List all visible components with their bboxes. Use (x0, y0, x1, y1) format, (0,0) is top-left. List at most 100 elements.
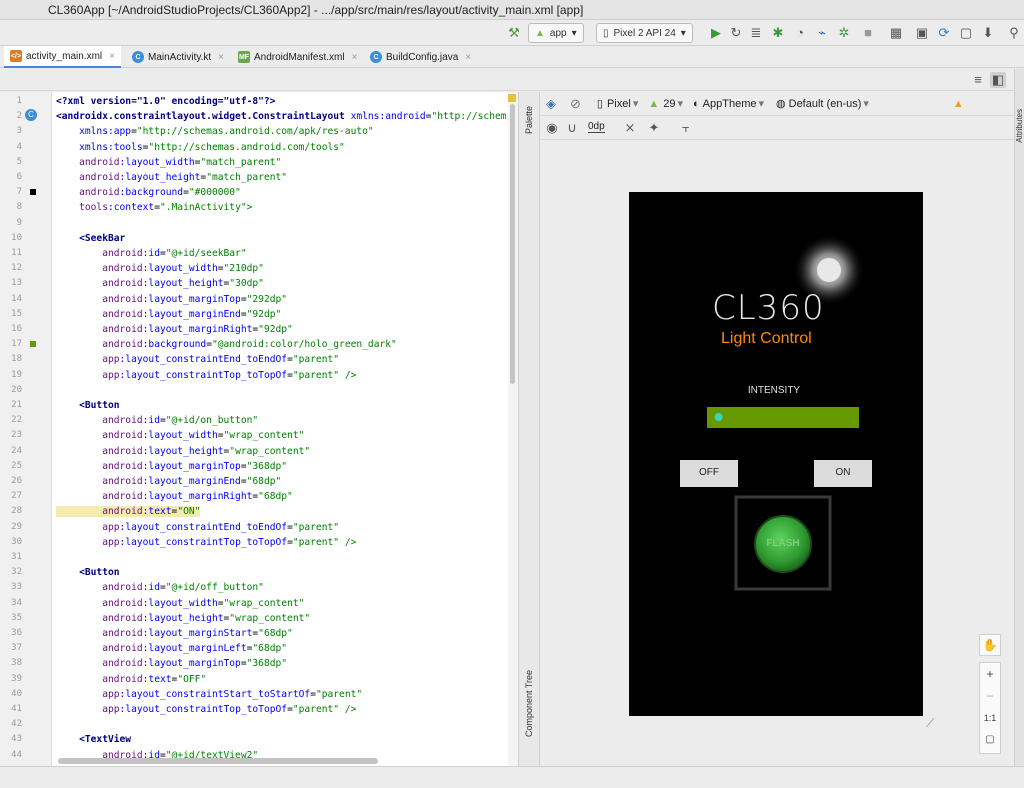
intensity-seekbar-thumb[interactable] (714, 413, 723, 421)
code-line[interactable]: android:text="ON" (56, 504, 201, 519)
code-line[interactable]: android:layout_height="match_parent" (56, 170, 287, 185)
run-config-selector[interactable]: ▲ app ▾ (528, 23, 584, 43)
project-structure-icon[interactable]: ▦ (888, 25, 904, 41)
code-line[interactable]: <TextView (56, 732, 131, 747)
code-line[interactable]: android:id="@+id/on_button" (56, 413, 258, 428)
tab-android-manifest[interactable]: MF AndroidManifest.xml × (232, 46, 363, 68)
code-line[interactable]: android:background="#000000" (56, 185, 241, 200)
editor-horizontal-scrollbar[interactable] (58, 758, 378, 764)
code-line[interactable]: <androidx.constraintlayout.widget.Constr… (56, 109, 507, 124)
stop-icon[interactable]: ■ (860, 25, 876, 41)
code-editor[interactable]: 1 2 3 4 5 6 7 8 9 10 11 12 13 14 15 16 17 18 19 20 21 22 23 24 2… (0, 92, 518, 766)
avd-manager-icon[interactable]: ▣ (914, 25, 930, 41)
code-token: "wrap_content" (223, 430, 305, 442)
tab-main-activity[interactable]: C MainActivity.kt × (126, 46, 230, 68)
debug-icon[interactable]: ✱ (770, 25, 786, 41)
code-line[interactable]: app:layout_constraintStart_toStartOf="pa… (56, 687, 362, 702)
zoom-actual-size-button[interactable]: 1:1 (980, 707, 1000, 729)
code-line[interactable]: android:layout_width="wrap_content" (56, 596, 304, 611)
profile-icon[interactable]: ◔ (792, 25, 808, 41)
infer-constraints-icon[interactable]: ✦ (646, 120, 662, 136)
coverage-icon[interactable]: ✲ (836, 25, 852, 41)
code-line[interactable]: xmlns:tools="http://schemas.android.com/… (56, 140, 345, 155)
code-line[interactable]: android:layout_marginStart="68dp" (56, 626, 293, 641)
resize-handle-icon[interactable]: ⟋ (926, 716, 934, 731)
tab-build-config[interactable]: C BuildConfig.java × (364, 46, 477, 68)
code-line[interactable]: <Button (56, 565, 119, 580)
clear-constraints-icon[interactable]: ⨯ (622, 120, 638, 136)
class-marker-icon[interactable]: C (25, 109, 37, 121)
split-view-icon[interactable]: ◧ (990, 72, 1006, 88)
code-line[interactable]: android:layout_height="30dp" (56, 276, 264, 291)
code-line[interactable]: app:layout_constraintEnd_toEndOf="parent… (56, 352, 339, 367)
intensity-seekbar-track[interactable] (707, 407, 859, 428)
code-line[interactable]: <SeekBar (56, 231, 125, 246)
tab-activity-main[interactable]: </> activity_main.xml × (4, 46, 121, 68)
code-line[interactable]: android:text="OFF" (56, 672, 206, 687)
editor-scroll-thumb[interactable] (510, 104, 515, 384)
code-line[interactable]: android:id="@+id/seekBar" (56, 246, 246, 261)
run-icon[interactable]: ▶ (708, 25, 724, 41)
code-line[interactable]: android:layout_width="match_parent" (56, 155, 281, 170)
code-line[interactable]: app:layout_constraintTop_toTopOf="parent… (56, 368, 356, 383)
close-icon[interactable]: × (109, 51, 115, 62)
code-line[interactable]: android:layout_marginLeft="68dp" (56, 641, 287, 656)
zoom-fit-icon[interactable]: ▢ (980, 729, 1000, 751)
code-line[interactable]: xmlns:app="http://schemas.android.com/ap… (56, 124, 374, 139)
orientation-icon[interactable]: ⊘ (570, 96, 581, 112)
code-line[interactable]: android:layout_width="210dp" (56, 261, 264, 276)
pan-hand-button[interactable]: ✋ (979, 634, 1001, 656)
device-dropdown[interactable]: Pixel (607, 98, 631, 110)
apply-changes-icon[interactable]: ↻ (728, 25, 744, 41)
code-line[interactable]: android:layout_marginEnd="92dp" (56, 307, 281, 322)
layers-icon[interactable]: ◈ (546, 96, 556, 112)
zoom-out-button[interactable]: − (980, 685, 1000, 707)
attach-debugger-icon[interactable]: ⌁ (814, 25, 830, 41)
attributes-tab[interactable]: Attributes (1015, 109, 1024, 143)
close-icon[interactable]: × (352, 52, 358, 63)
code-line[interactable]: android:layout_marginRight="68dp" (56, 489, 293, 504)
code-line[interactable]: android:layout_width="wrap_content" (56, 428, 304, 443)
guidelines-icon[interactable]: ⫟ (678, 120, 694, 136)
component-tree-tab[interactable]: Component Tree (524, 670, 534, 737)
magnet-icon[interactable]: ∪ (564, 120, 580, 136)
code-line[interactable]: android:layout_marginTop="368dp" (56, 656, 287, 671)
code-line[interactable]: <?xml version="1.0" encoding="utf-8"?> (56, 94, 276, 109)
code-line[interactable]: android:layout_height="wrap_content" (56, 444, 310, 459)
close-icon[interactable]: × (465, 52, 471, 63)
code-line[interactable]: app:layout_constraintEnd_toEndOf="parent… (56, 520, 339, 535)
locale-dropdown[interactable]: Default (en-us) (789, 98, 862, 110)
theme-dropdown[interactable]: AppTheme (703, 98, 757, 110)
code-line[interactable]: app:layout_constraintTop_toTopOf="parent… (56, 535, 356, 550)
phone-preview[interactable]: CL360 Light Control INTENSITY OFF ON FLA… (629, 192, 923, 716)
code-line[interactable]: android:layout_marginTop="368dp" (56, 459, 287, 474)
code-token: "68dp" (258, 491, 293, 503)
code-line[interactable]: <Button (56, 398, 119, 413)
code-line[interactable]: android:layout_height="wrap_content" (56, 611, 310, 626)
close-icon[interactable]: × (218, 52, 224, 63)
code-line[interactable]: android:layout_marginRight="92dp" (56, 322, 293, 337)
sdk-manager-icon[interactable]: ⬇ (980, 25, 996, 41)
line-number: 40 (11, 688, 22, 699)
palette-tab[interactable]: Palette (524, 106, 534, 134)
warning-icon[interactable]: ▲ (953, 98, 964, 110)
code-line[interactable]: tools:context=".MainActivity"> (56, 200, 252, 215)
code-view-icon[interactable]: ≡ (970, 72, 986, 88)
device-manager-icon[interactable]: ▢ (958, 25, 974, 41)
code-line[interactable]: android:layout_marginTop="292dp" (56, 292, 287, 307)
device-selector[interactable]: ▯ Pixel 2 API 24 ▾ (596, 23, 693, 43)
hammer-icon[interactable]: ⚒ (506, 25, 522, 41)
api-dropdown[interactable]: 29 (663, 98, 675, 110)
default-margin-field[interactable]: 0dp (588, 121, 605, 133)
kotlin-class-icon: C (132, 51, 144, 63)
editor-vertical-scrollbar[interactable] (508, 92, 518, 766)
code-line[interactable]: app:layout_constraintTop_toTopOf="parent… (56, 702, 356, 717)
search-icon[interactable]: ⚲ (1006, 25, 1022, 41)
code-line[interactable]: android:id="@+id/off_button" (56, 580, 264, 595)
code-line[interactable]: android:background="@android:color/holo_… (56, 337, 397, 352)
eye-icon[interactable]: ◉ (544, 120, 560, 136)
sync-gradle-icon[interactable]: ⟳ (936, 25, 952, 41)
apply-code-icon[interactable]: ≣ (748, 25, 764, 41)
code-line[interactable]: android:layout_marginEnd="68dp" (56, 474, 281, 489)
zoom-in-button[interactable]: + (980, 663, 1000, 685)
